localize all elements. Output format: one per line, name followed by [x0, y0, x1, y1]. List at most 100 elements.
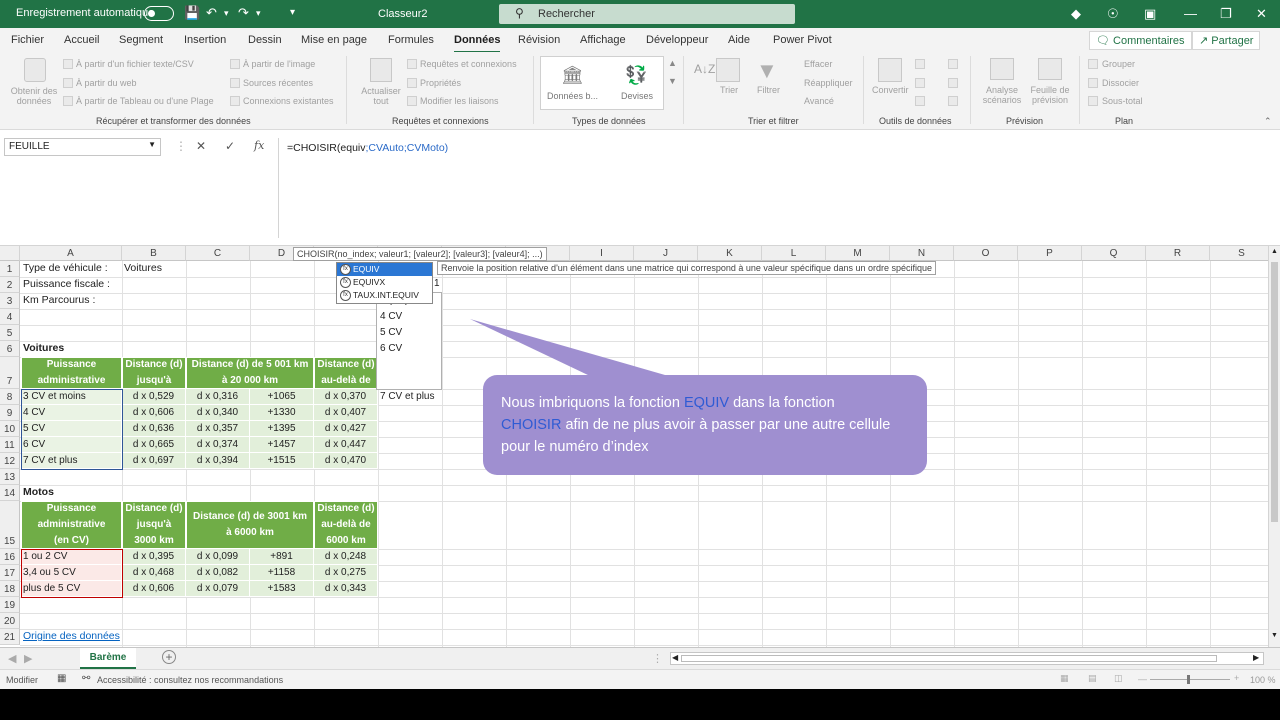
row-header[interactable]: 16 — [0, 549, 20, 565]
sheet-tab-bareme[interactable]: Barème — [80, 648, 136, 669]
motos-header-puissance[interactable]: Puissance administrative (en CV) — [21, 501, 122, 549]
tab-fichier[interactable]: Fichier — [11, 34, 44, 46]
from-web-button[interactable]: À partir du web — [76, 78, 137, 88]
accessibility-status[interactable]: Accessibilité : consultez nos recommanda… — [97, 675, 283, 685]
worksheet-grid[interactable]: ABCDEFGHIJKLMNOPQRS 12345678910111213141… — [0, 246, 1268, 647]
forecast-button[interactable]: Feuille de prévision — [1028, 85, 1072, 105]
motos-cell[interactable]: d x 0,606 — [122, 581, 186, 597]
voitures-cell[interactable]: d x 0,370 — [314, 389, 378, 405]
scroll-left-icon[interactable]: ◀ — [672, 653, 678, 662]
data-validation-icon[interactable] — [915, 96, 925, 106]
vertical-scrollbar[interactable]: ▲ ▼ — [1268, 246, 1280, 647]
tab-insertion[interactable]: Insertion — [184, 34, 226, 46]
row-header[interactable]: 7 — [0, 357, 20, 389]
select-all-corner[interactable] — [0, 246, 20, 261]
list-item[interactable]: 6 CV — [377, 341, 441, 357]
motos-cell[interactable]: +1158 — [250, 565, 314, 581]
motos-cell[interactable]: d x 0,275 — [314, 565, 378, 581]
motos-header-distance[interactable]: Distance (d) jusqu'à 3000 km — [122, 501, 186, 549]
voitures-cell[interactable]: d x 0,394 — [186, 453, 250, 469]
row-header[interactable]: 12 — [0, 453, 20, 469]
column-header[interactable]: K — [698, 246, 762, 261]
collapse-ribbon-icon[interactable]: ⌃ — [1264, 116, 1272, 127]
page-break-icon[interactable]: ◫ — [1114, 673, 1123, 684]
zoom-in-icon[interactable]: + — [1234, 673, 1239, 683]
voitures-cell[interactable]: d x 0,407 — [314, 405, 378, 421]
voitures-cell[interactable]: d x 0,470 — [314, 453, 378, 469]
voitures-cell[interactable]: d x 0,374 — [186, 437, 250, 453]
row-header[interactable]: 4 — [0, 309, 20, 325]
row-header[interactable]: 13 — [0, 469, 20, 485]
coauthor-icon[interactable]: ☉ — [1107, 6, 1119, 22]
flash-fill-icon[interactable] — [915, 59, 925, 69]
tab-segment[interactable]: Segment — [119, 34, 163, 46]
voitures-cell[interactable]: +1457 — [250, 437, 314, 453]
autocomplete-item-equiv[interactable]: fx EQUIV — [337, 263, 432, 276]
data-types-gallery[interactable]: 🏛 Données b... 💱 Devises — [540, 56, 664, 110]
autocomplete-item-taux-int-equiv[interactable]: fx TAUX.INT.EQUIV — [337, 289, 432, 302]
cell-a3[interactable]: Km Parcourus : — [21, 294, 95, 306]
motos-cell[interactable]: d x 0,248 — [314, 549, 378, 565]
subtotal-button[interactable]: Sous-total — [1102, 96, 1143, 106]
cell-a1[interactable]: Type de véhicule : — [21, 262, 108, 274]
more-tabs-icon[interactable]: ⋮ — [652, 652, 663, 665]
cell-a14[interactable]: Motos — [21, 486, 54, 498]
tab-dessin[interactable]: Dessin — [248, 34, 282, 46]
chevron-down-icon[interactable]: ▼ — [148, 140, 156, 149]
row-header[interactable]: 3 — [0, 293, 20, 309]
row-header[interactable]: 6 — [0, 341, 20, 357]
row-header[interactable]: 8 — [0, 389, 20, 405]
tab-affichage[interactable]: Affichage — [580, 34, 626, 46]
enter-icon[interactable]: ✓ — [225, 139, 235, 153]
from-text-button[interactable]: À partir d'un fichier texte/CSV — [76, 59, 194, 69]
ungroup-button[interactable]: Dissocier — [1102, 78, 1139, 88]
redo-dropdown-icon[interactable]: ▾ — [256, 8, 261, 19]
normal-view-icon[interactable]: ▦ — [1060, 673, 1069, 684]
cell-e2-value[interactable]: 1 — [432, 278, 440, 289]
column-header[interactable]: A — [20, 246, 122, 261]
relationships-icon[interactable] — [948, 78, 958, 88]
hscroll-thumb[interactable] — [681, 655, 1217, 662]
motos-cell[interactable]: d x 0,468 — [122, 565, 186, 581]
from-table-button[interactable]: À partir de Tableau ou d'une Plage — [76, 96, 214, 106]
column-header[interactable]: N — [890, 246, 954, 261]
properties-button[interactable]: Propriétés — [420, 78, 461, 88]
queries-connections-button[interactable]: Requêtes et connexions — [420, 59, 517, 69]
motos-header-distance-beyond[interactable]: Distance (d) au-delà de 6000 km — [314, 501, 378, 549]
row-header[interactable]: 19 — [0, 597, 20, 613]
refresh-all-button[interactable]: Actualiser tout — [358, 86, 404, 106]
list-item[interactable] — [377, 373, 441, 389]
macro-record-icon[interactable]: ▦ — [57, 673, 66, 684]
sort-button[interactable]: Trier — [720, 85, 738, 95]
motos-cell[interactable]: d x 0,395 — [122, 549, 186, 565]
minimize-icon[interactable]: — — [1184, 6, 1197, 21]
filter-icon[interactable]: ▼ — [756, 58, 778, 84]
voitures-cell[interactable]: +1065 — [250, 389, 314, 405]
undo-dropdown-icon[interactable]: ▾ — [224, 8, 229, 19]
voitures-cell[interactable]: d x 0,665 — [122, 437, 186, 453]
premium-diamond-icon[interactable]: ◆ — [1071, 6, 1081, 22]
whatif-icon[interactable] — [990, 58, 1014, 80]
row-header[interactable]: 1 — [0, 261, 20, 277]
insert-function-icon[interactable]: fx — [254, 139, 264, 152]
voitures-cell[interactable]: d x 0,636 — [122, 421, 186, 437]
zoom-level[interactable]: 100 % — [1250, 675, 1276, 685]
voitures-cell[interactable]: +1395 — [250, 421, 314, 437]
refresh-all-icon[interactable] — [370, 58, 392, 82]
voitures-cell[interactable]: +1515 — [250, 453, 314, 469]
filter-button[interactable]: Filtrer — [757, 85, 780, 95]
column-header[interactable]: Q — [1082, 246, 1146, 261]
origin-link[interactable]: Origine des données — [21, 630, 120, 642]
tab-aide[interactable]: Aide — [728, 34, 750, 46]
voitures-cell[interactable]: d x 0,697 — [122, 453, 186, 469]
customize-qat-icon[interactable]: ▾ — [290, 7, 295, 18]
scroll-up-icon[interactable]: ▲ — [1271, 248, 1278, 255]
tab-accueil[interactable]: Accueil — [64, 34, 99, 46]
row-header[interactable]: 10 — [0, 421, 20, 437]
share-button[interactable]: ↗ Partager — [1192, 31, 1261, 50]
voitures-header-distance-range[interactable]: Distance (d) de 5 001 km à 20 000 km — [186, 357, 314, 389]
advanced-button[interactable]: Avancé — [804, 96, 834, 106]
maximize-icon[interactable]: ❐ — [1220, 6, 1232, 22]
name-box[interactable]: FEUILLE ▼ — [4, 138, 161, 156]
redo-icon[interactable]: ↷ — [238, 5, 249, 21]
